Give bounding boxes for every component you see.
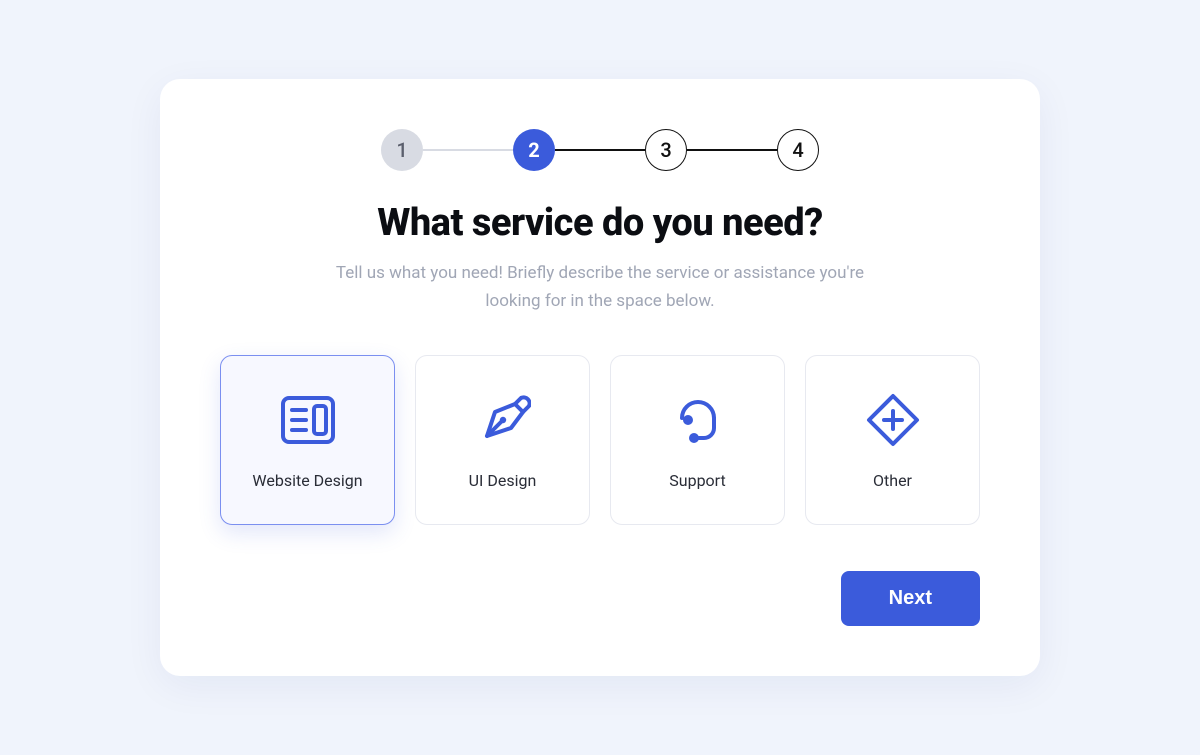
option-website-design[interactable]: Website Design	[220, 355, 395, 525]
wizard-card: 1 2 3 4 What service do you need? Tell u…	[160, 79, 1040, 676]
step-connector	[555, 149, 645, 151]
headset-icon	[669, 391, 727, 449]
stepper: 1 2 3 4	[220, 129, 980, 171]
step-4[interactable]: 4	[777, 129, 819, 171]
option-label: Other	[873, 471, 912, 490]
option-label: Support	[669, 471, 725, 490]
option-label: Website Design	[252, 471, 362, 490]
step-label: 4	[792, 138, 803, 162]
step-connector	[423, 149, 513, 151]
option-ui-design[interactable]: UI Design	[415, 355, 590, 525]
diamond-plus-icon	[864, 391, 922, 449]
footer: Next	[220, 571, 980, 626]
step-label: 1	[396, 138, 407, 162]
pen-icon	[474, 391, 532, 449]
option-label: UI Design	[469, 471, 537, 490]
service-options: Website Design UI Design	[220, 355, 980, 525]
step-label: 2	[528, 138, 539, 162]
step-2[interactable]: 2	[513, 129, 555, 171]
page-title: What service do you need?	[220, 201, 980, 245]
option-support[interactable]: Support	[610, 355, 785, 525]
next-button[interactable]: Next	[841, 571, 980, 626]
page-subtitle: Tell us what you need! Briefly describe …	[320, 259, 880, 315]
step-3[interactable]: 3	[645, 129, 687, 171]
layout-icon	[279, 391, 337, 449]
step-label: 3	[660, 138, 671, 162]
step-connector	[687, 149, 777, 151]
option-other[interactable]: Other	[805, 355, 980, 525]
step-1[interactable]: 1	[381, 129, 423, 171]
